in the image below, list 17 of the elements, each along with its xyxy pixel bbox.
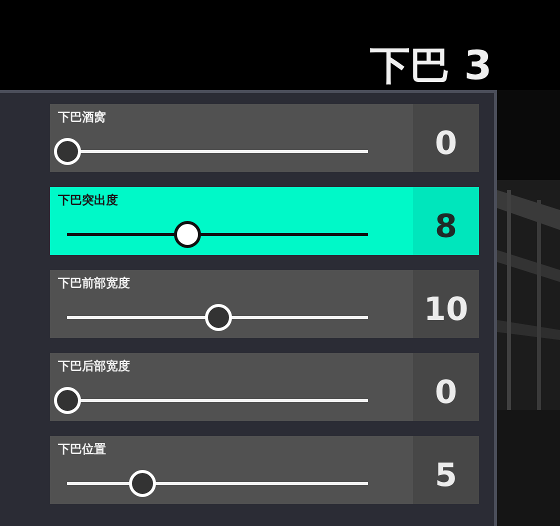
slider-row[interactable]: 下巴突出度 8 — [50, 187, 479, 255]
slider-value: 8 — [434, 206, 458, 247]
slider-thumb[interactable] — [174, 221, 202, 248]
slider-row[interactable]: 下巴前部宽度 10 — [50, 270, 479, 338]
slider-row[interactable]: 下巴后部宽度 0 — [50, 353, 479, 421]
slider-value: 0 — [434, 372, 458, 413]
slider-row[interactable]: 下巴位置 5 — [50, 436, 479, 504]
slider-value: 5 — [434, 455, 458, 496]
slider-value: 0 — [434, 123, 458, 164]
slider-value: 10 — [424, 289, 468, 330]
slider-row[interactable]: 下巴酒窝 0 — [50, 104, 479, 172]
slider-label: 下巴酒窝 — [58, 110, 107, 124]
slider-label: 下巴前部宽度 — [58, 276, 131, 290]
slider-label: 下巴后部宽度 — [58, 359, 131, 373]
slider-label: 下巴突出度 — [58, 193, 119, 207]
page-title: 下巴 3 — [370, 46, 492, 86]
slider-label: 下巴位置 — [58, 442, 107, 456]
